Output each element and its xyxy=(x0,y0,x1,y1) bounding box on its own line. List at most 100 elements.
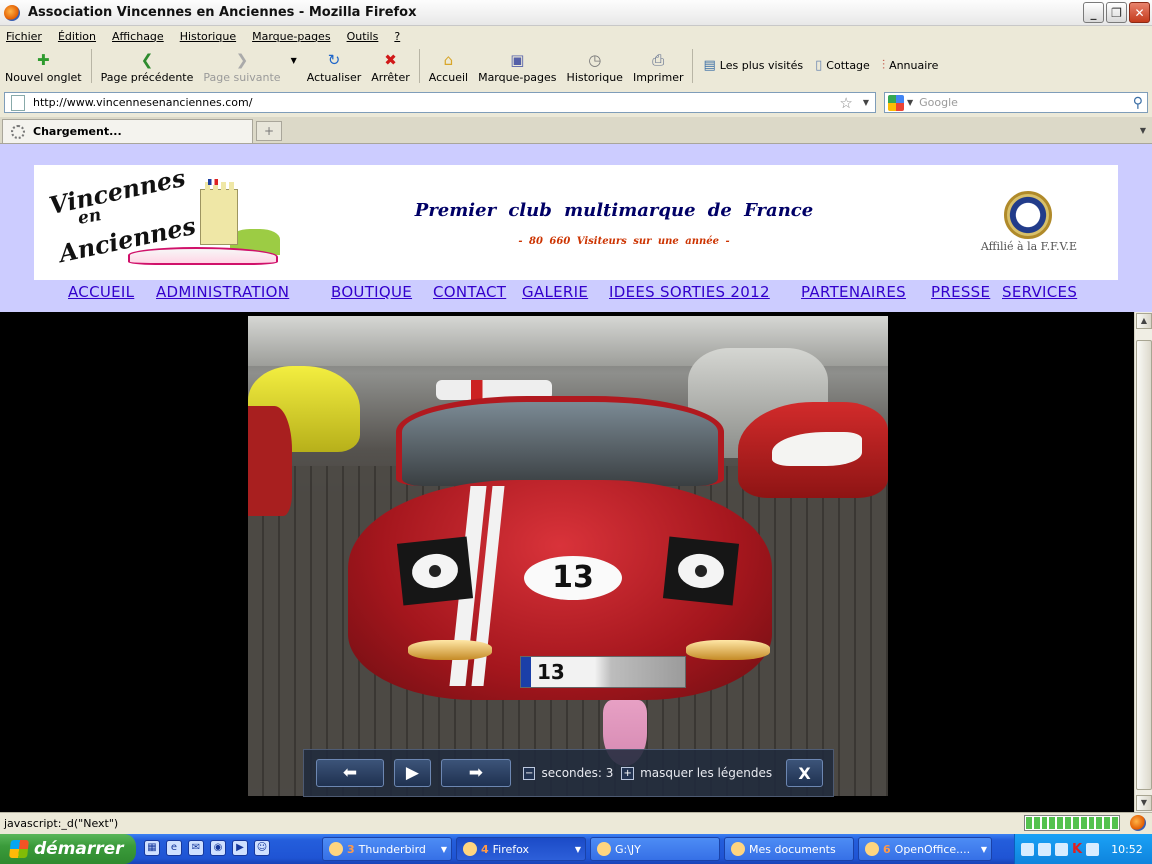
folder-icon: ▤ xyxy=(703,58,716,73)
page-icon: ▯ xyxy=(815,58,823,73)
race-number: 13 xyxy=(524,556,622,600)
menu-outils[interactable]: Outils xyxy=(347,30,379,43)
nav-idees-sorties[interactable]: IDEES SORTIES 2012 xyxy=(609,283,770,301)
forward-arrow-icon: ❯ xyxy=(235,51,249,69)
nav-services[interactable]: SERVICES xyxy=(1002,283,1077,301)
close-slideshow-button[interactable]: X xyxy=(786,759,824,787)
url-text[interactable]: http://www.vincennesenanciennes.com/ xyxy=(33,96,839,109)
scroll-down-icon[interactable]: ▼ xyxy=(1136,795,1152,811)
nav-partenaires[interactable]: PARTENAIRES xyxy=(801,283,906,301)
bookmark-most-visited[interactable]: ▤ Les plus visités xyxy=(697,58,809,73)
quick-launch: ▦ e ✉ ◉ ▶ ☺ xyxy=(144,840,270,856)
print-label: Imprimer xyxy=(632,71,684,84)
stop-button[interactable]: ✖ Arrêter xyxy=(366,51,415,84)
url-bar[interactable]: http://www.vincennesenanciennes.com/ ☆ ▼ xyxy=(4,92,876,113)
menu-affichage[interactable]: Affichage xyxy=(112,30,164,43)
folder-icon xyxy=(731,842,745,856)
bookmark-cottage[interactable]: ▯ Cottage xyxy=(809,58,876,73)
search-input[interactable]: Google xyxy=(919,96,1133,109)
nav-boutique[interactable]: BOUTIQUE xyxy=(331,283,412,301)
history-dropdown[interactable]: ▼ xyxy=(286,51,302,84)
task-folder-jy[interactable]: G:\JY xyxy=(590,837,720,861)
bookmark-annuaire[interactable]: ⫶ Annuaire xyxy=(876,58,945,73)
task-thunderbird[interactable]: 3 Thunderbird ▼ xyxy=(322,837,452,861)
visitor-count: - 80 660 Visiteurs sur une année - xyxy=(518,236,730,247)
directory-icon: ⫶ xyxy=(881,58,886,73)
firefox-quicklaunch-icon[interactable]: ◉ xyxy=(210,840,226,856)
back-button[interactable]: ❮ Page précédente xyxy=(96,51,199,84)
restore-button[interactable]: ❐ xyxy=(1106,2,1127,23)
bookmark-star-icon[interactable]: ☆ xyxy=(839,94,852,112)
bookmarks-icon: ▣ xyxy=(510,51,525,69)
task-firefox[interactable]: 4 Firefox ▼ xyxy=(456,837,586,861)
hide-captions-link[interactable]: masquer les légendes xyxy=(640,766,772,780)
previous-button[interactable]: ⬅ xyxy=(316,759,384,787)
back-label: Page précédente xyxy=(100,71,194,84)
new-tab-plus-button[interactable]: + xyxy=(256,121,282,141)
messenger-icon[interactable]: ☺ xyxy=(254,840,270,856)
volume-icon[interactable] xyxy=(1086,842,1100,856)
menu-help[interactable]: ? xyxy=(394,30,400,43)
roadster-left-lamp xyxy=(408,640,492,660)
photo-left-red-car xyxy=(248,406,292,516)
internet-explorer-icon[interactable]: e xyxy=(166,840,182,856)
tab-loading[interactable]: Chargement... xyxy=(2,119,253,143)
forward-button[interactable]: ❯ Page suivante xyxy=(198,51,285,84)
nav-accueil[interactable]: ACCUEIL xyxy=(68,283,134,301)
chevron-down-icon: ▼ xyxy=(290,55,297,65)
home-label: Accueil xyxy=(428,71,469,84)
new-tab-button[interactable]: ✚ Nouvel onglet xyxy=(0,51,87,84)
tab-label: Chargement... xyxy=(33,125,122,138)
show-desktop-icon[interactable]: ▦ xyxy=(144,840,160,856)
tray-display-icon[interactable] xyxy=(1038,842,1051,856)
menu-fichier[interactable]: Fichier xyxy=(6,30,42,43)
history-button[interactable]: ◷ Historique xyxy=(562,51,628,84)
next-button[interactable]: ➡ xyxy=(440,759,511,787)
menu-marque-pages[interactable]: Marque-pages xyxy=(252,30,330,43)
search-bar[interactable]: ▼ Google ⚲ xyxy=(884,92,1148,113)
task-openoffice[interactable]: 6 OpenOffice.... ▼ xyxy=(858,837,992,861)
nav-galerie[interactable]: GALERIE xyxy=(522,283,588,301)
outlook-icon[interactable]: ✉ xyxy=(188,840,204,856)
decrease-seconds-button[interactable]: − xyxy=(522,766,536,780)
media-player-icon[interactable]: ▶ xyxy=(232,840,248,856)
site-nav: ACCUEIL ADMINISTRATION BOUTIQUE CONTACT … xyxy=(0,281,1152,305)
search-icon[interactable]: ⚲ xyxy=(1133,95,1143,111)
antivirus-icon[interactable]: K xyxy=(1072,842,1082,857)
tray-sync-icon[interactable] xyxy=(1055,842,1068,856)
web-content: Vincennes en Anciennes Premier club mult… xyxy=(0,144,1152,812)
home-button[interactable]: ⌂ Accueil xyxy=(424,51,473,84)
scroll-up-icon[interactable]: ▲ xyxy=(1136,313,1152,329)
new-tab-label: Nouvel onglet xyxy=(5,71,82,84)
menu-edition[interactable]: Édition xyxy=(58,30,96,43)
seconds-label: secondes: 3 xyxy=(541,766,614,780)
site-tagline: Premier club multimarque de France xyxy=(414,200,814,221)
scrollbar-thumb[interactable] xyxy=(1136,340,1152,790)
google-icon[interactable] xyxy=(888,94,904,111)
bookmarks-button[interactable]: ▣ Marque-pages xyxy=(473,51,561,84)
nav-presse[interactable]: PRESSE xyxy=(931,283,990,301)
nav-administration[interactable]: ADMINISTRATION xyxy=(156,283,289,301)
menu-historique[interactable]: Historique xyxy=(180,30,236,43)
minimize-button[interactable]: _ xyxy=(1083,2,1104,23)
site-logo[interactable]: Vincennes en Anciennes xyxy=(46,163,280,273)
vertical-scrollbar[interactable]: ▲ ▼ xyxy=(1134,312,1152,812)
status-text: javascript:_d("Next") xyxy=(4,817,119,830)
start-button[interactable]: démarrer xyxy=(0,834,136,864)
url-dropdown-icon[interactable]: ▼ xyxy=(863,98,869,107)
search-engine-dropdown-icon[interactable]: ▼ xyxy=(907,98,913,107)
play-button[interactable]: ▶ xyxy=(393,759,431,787)
nav-contact[interactable]: CONTACT xyxy=(433,283,506,301)
gallery-photo[interactable]: 13 13 xyxy=(248,316,888,796)
tray-network-icon[interactable] xyxy=(1021,842,1034,856)
stop-label: Arrêter xyxy=(371,71,410,84)
forward-label: Page suivante xyxy=(203,71,281,84)
task-count: 3 xyxy=(347,842,355,856)
increase-seconds-button[interactable]: + xyxy=(621,766,635,780)
reload-button[interactable]: ↻ Actualiser xyxy=(302,51,367,84)
task-mes-documents[interactable]: Mes documents xyxy=(724,837,854,861)
photo-red-roadster: 13 13 xyxy=(348,380,772,766)
close-window-button[interactable]: ✕ xyxy=(1129,2,1150,23)
tab-list-icon[interactable]: ▼ xyxy=(1136,121,1150,141)
print-button[interactable]: ⎙ Imprimer xyxy=(628,51,689,84)
